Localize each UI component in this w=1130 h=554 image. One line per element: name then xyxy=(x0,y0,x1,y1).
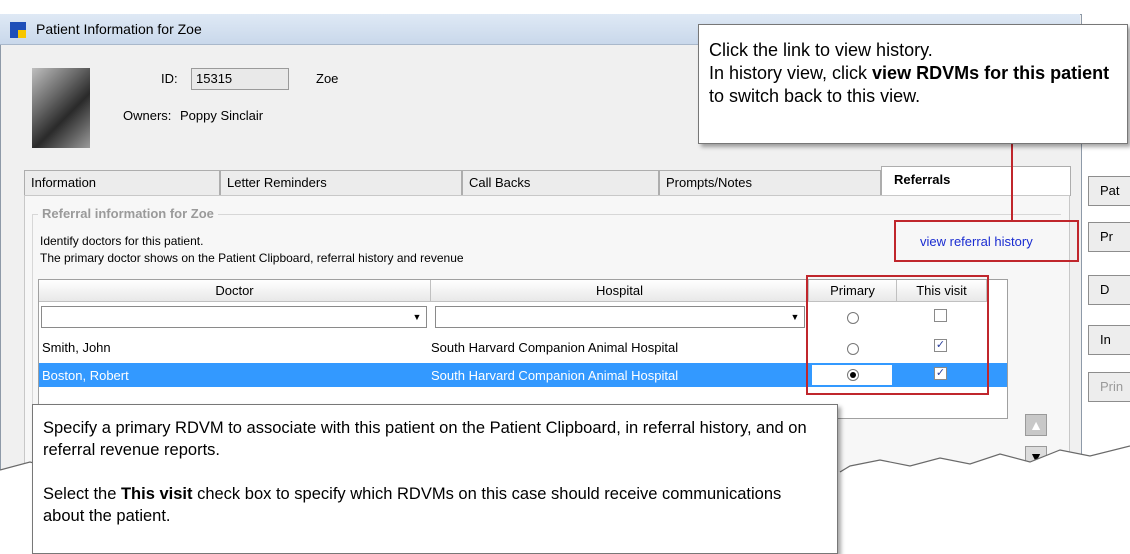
app-icon xyxy=(10,22,26,38)
patient-name: Zoe xyxy=(316,71,339,86)
callout-text: to switch back to this view. xyxy=(709,86,921,106)
callout-paragraph-2: Select the This visit check box to speci… xyxy=(43,483,827,527)
columns-highlight-box xyxy=(806,275,989,395)
doctor-combo[interactable]: ▼ xyxy=(41,306,427,328)
side-button-2[interactable]: Pr xyxy=(1088,222,1130,252)
tab-letter-reminders[interactable]: Letter Reminders xyxy=(220,170,462,195)
patient-id-field[interactable]: 15315 xyxy=(191,68,289,90)
doctor-cell[interactable]: Smith, John xyxy=(42,340,111,355)
callout-line-2: In history view, click view RDVMs for th… xyxy=(709,62,1117,108)
callout-bold-text: This visit xyxy=(120,485,193,503)
owners-label: Owners: xyxy=(123,108,172,123)
referral-description-1: Identify doctors for this patient. xyxy=(40,234,204,248)
tab-information[interactable]: Information xyxy=(24,170,220,195)
column-header-hospital[interactable]: Hospital xyxy=(431,280,809,302)
link-highlight-box xyxy=(894,220,1079,262)
side-button-3[interactable]: D xyxy=(1088,275,1130,305)
hospital-combo[interactable]: ▼ xyxy=(435,306,805,328)
window-title: Patient Information for Zoe xyxy=(36,21,202,37)
tab-referrals[interactable]: Referrals xyxy=(881,166,1071,196)
hospital-cell[interactable]: South Harvard Companion Animal Hospital xyxy=(431,368,678,383)
chevron-down-icon[interactable]: ▼ xyxy=(410,310,424,324)
primary-rdvm-callout: Specify a primary RDVM to associate with… xyxy=(32,404,838,554)
side-button-4[interactable]: In xyxy=(1088,325,1130,355)
callout-paragraph-1: Specify a primary RDVM to associate with… xyxy=(43,419,807,459)
callout-connector xyxy=(1011,144,1013,222)
chevron-down-icon[interactable]: ▼ xyxy=(788,310,802,324)
history-callout: Click the link to view history. In histo… xyxy=(698,24,1128,144)
patient-photo xyxy=(32,68,90,148)
tab-prompts-notes[interactable]: Prompts/Notes xyxy=(659,170,881,195)
move-up-icon[interactable]: ▲ xyxy=(1025,414,1047,436)
id-label: ID: xyxy=(161,71,178,86)
callout-text: Select the xyxy=(43,485,121,503)
owners-value: Poppy Sinclair xyxy=(180,108,264,123)
side-button-5[interactable]: Prin xyxy=(1088,372,1130,402)
tab-call-backs[interactable]: Call Backs xyxy=(462,170,659,195)
callout-line-1: Click the link to view history. xyxy=(709,40,933,60)
callout-text: In history view, click xyxy=(709,63,873,83)
hospital-cell[interactable]: South Harvard Companion Animal Hospital xyxy=(431,340,678,355)
doctor-cell[interactable]: Boston, Robert xyxy=(42,368,129,383)
referral-group-title: Referral information for Zoe xyxy=(38,206,218,221)
callout-bold-text: view RDVMs for this patient xyxy=(872,63,1110,83)
side-button-1[interactable]: Pat xyxy=(1088,176,1130,206)
column-header-doctor[interactable]: Doctor xyxy=(39,280,431,302)
referral-description-2: The primary doctor shows on the Patient … xyxy=(40,251,464,265)
